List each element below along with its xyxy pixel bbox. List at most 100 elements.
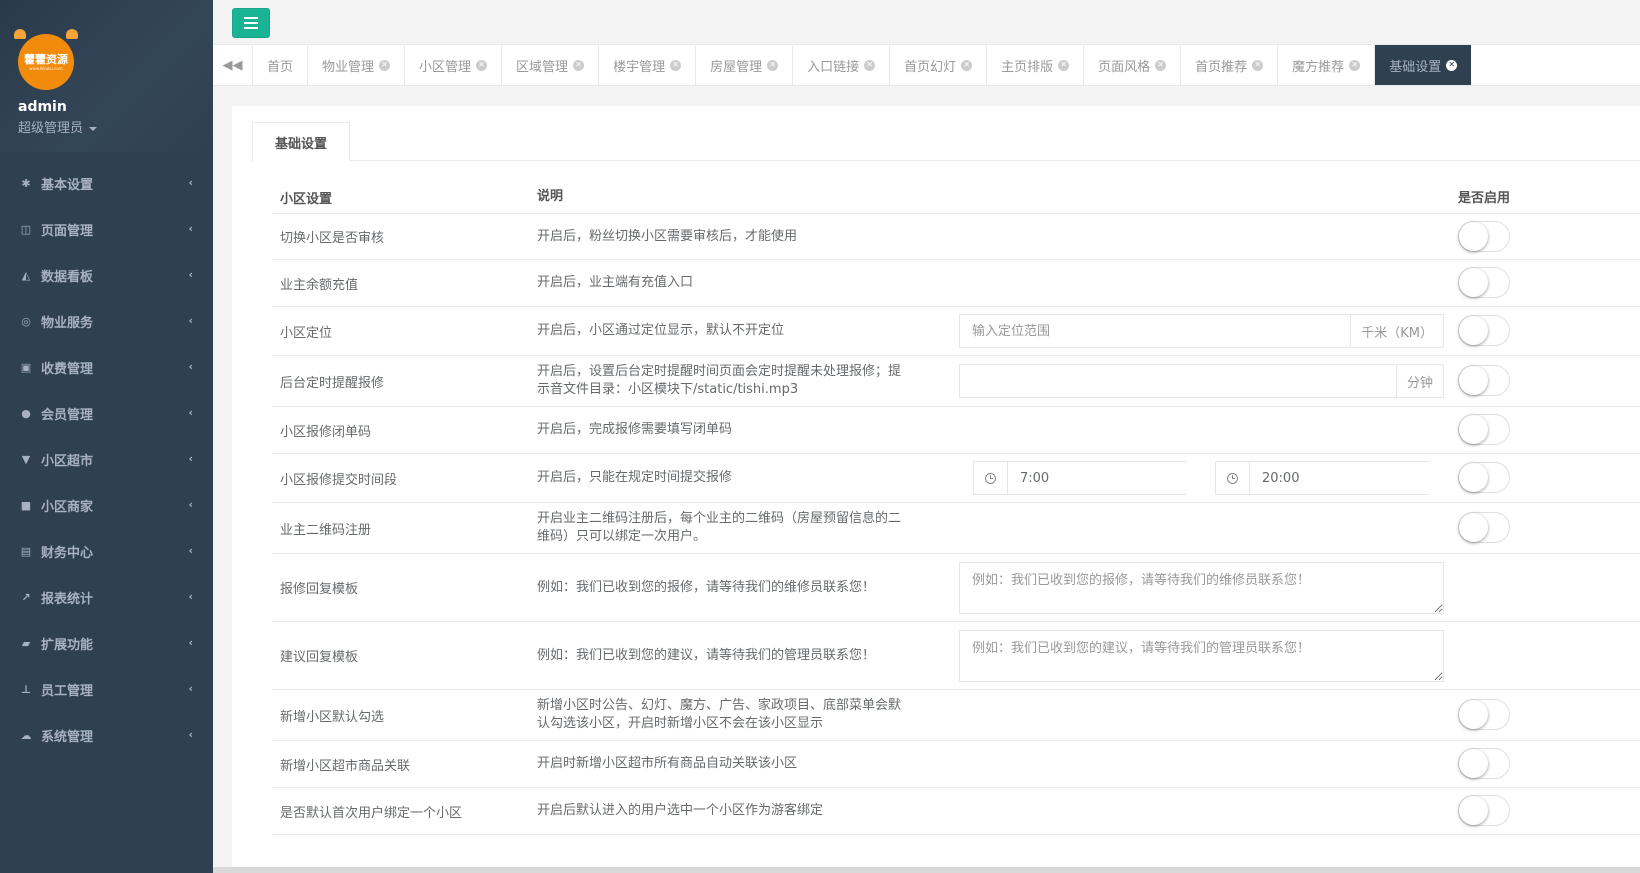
row-description: 开启后，粉丝切换小区需要审核后，才能使用	[537, 228, 798, 244]
chevron-left-icon: ‹	[188, 682, 193, 695]
row-name: 业主余额充值	[280, 277, 359, 293]
tab-property-management[interactable]: 物业管理 ✕	[308, 45, 406, 85]
tab-community-management[interactable]: 小区管理 ✕	[405, 45, 503, 85]
tabs-scroll-left-button[interactable]: ◀◀	[213, 45, 253, 85]
tab-home-slides[interactable]: 首页幻灯 ✕	[890, 45, 988, 85]
tab-house-management[interactable]: 房屋管理 ✕	[696, 45, 794, 85]
reminder-minutes-input[interactable]	[960, 365, 1396, 397]
repair-reply-template-textarea[interactable]	[959, 562, 1444, 614]
tab-home[interactable]: 首页	[253, 45, 309, 85]
row-description: 开启后，小区通过定位显示，默认不开定位	[537, 323, 785, 338]
enable-toggle[interactable]	[1458, 414, 1510, 445]
sidebar-item-members[interactable]: ● 会员管理 ‹	[0, 390, 213, 436]
row-description: 开启后，设置后台定时提醒时间页面会定时提醒未处理报修；提示音文件目录：小区模块下…	[537, 364, 902, 397]
tab-label: 入口链接	[807, 59, 860, 75]
inner-tab-basic-settings[interactable]: 基础设置	[252, 122, 350, 162]
sidebar-item-dashboard[interactable]: ◭ 数据看板 ‹	[0, 252, 213, 298]
tab-home-layout[interactable]: 主页排版 ✕	[987, 45, 1085, 85]
sidebar-item-property-service[interactable]: ◎ 物业服务 ‹	[0, 298, 213, 344]
row-description: 例如：我们已收到您的建议，请等待我们的管理员联系您！	[537, 647, 876, 663]
tab-page-style[interactable]: 页面风格 ✕	[1084, 45, 1182, 85]
sidebar-item-basic-settings[interactable]: ✱ 基本设置 ‹	[0, 160, 213, 206]
sidebar-item-supermarket[interactable]: ▼ 小区超市 ‹	[0, 436, 213, 482]
sidebar-item-label: 财务中心	[41, 545, 94, 561]
suggestion-reply-template-textarea[interactable]	[959, 630, 1444, 682]
row-name: 业主二维码注册	[280, 522, 372, 538]
close-icon[interactable]: ✕	[767, 59, 779, 71]
table-header: 小区设置 说明 是否启用	[272, 179, 1640, 214]
table-row: 后台定时提醒报修 开启后，设置后台定时提醒时间页面会定时提醒未处理报修；提示音文…	[272, 356, 1640, 407]
user-icon: ●	[21, 406, 31, 420]
row-description: 开启时新增小区超市所有商品自动关联该小区	[537, 756, 798, 771]
enable-toggle[interactable]	[1458, 221, 1510, 252]
row-name: 建议回复模板	[280, 650, 359, 665]
sidebar-item-label: 扩展功能	[41, 637, 94, 653]
menu-toggle-button[interactable]	[232, 8, 270, 38]
money-icon: ▣	[20, 360, 32, 374]
enable-toggle[interactable]	[1458, 748, 1510, 779]
row-description: 开启业主二维码注册后，每个业主的二维码（房屋预留信息的二维码）只可以绑定一次用户…	[537, 511, 902, 544]
sidebar-nav: ✱ 基本设置 ‹ ◫ 页面管理 ‹ ◭ 数据看板 ‹ ◎ 物业服务 ‹ ▣ 收费管理 ‹ ● 会员管理…	[0, 152, 213, 758]
tab-building-management[interactable]: 楼宇管理 ✕	[599, 45, 697, 85]
close-icon[interactable]: ✕	[864, 59, 876, 71]
table-row: 是否默认首次用户绑定一个小区 开启后默认进入的用户选中一个小区作为游客绑定	[272, 788, 1640, 835]
close-icon[interactable]: ✕	[1058, 59, 1070, 71]
sidebar-item-page-management[interactable]: ◫ 页面管理 ‹	[0, 206, 213, 252]
tab-label: 页面风格	[1098, 59, 1151, 75]
profile-area: 藿藿资源 www.lkkuku.com admin 超级管理员	[0, 0, 213, 152]
sidebar-item-staff[interactable]: ⊥ 员工管理 ‹	[0, 666, 213, 712]
user-role-dropdown[interactable]: 超级管理员	[18, 117, 213, 136]
close-icon[interactable]: ✕	[1446, 59, 1458, 71]
km-unit-addon: 千米（KM）	[1350, 315, 1443, 347]
close-icon[interactable]: ✕	[1155, 59, 1167, 71]
columns-icon: ◫	[20, 222, 32, 236]
enable-toggle[interactable]	[1458, 365, 1510, 396]
sidebar-item-label: 小区超市	[41, 453, 94, 469]
chevron-left-icon: ‹	[188, 268, 193, 281]
sidebar-item-label: 员工管理	[41, 683, 94, 699]
sidebar-item-label: 小区商家	[41, 499, 94, 515]
close-icon[interactable]: ✕	[670, 59, 682, 71]
double-chevron-left-icon: ◀◀	[222, 57, 243, 73]
table-row: 小区报修提交时间段 开启后，只能在规定时间提交报修	[272, 454, 1640, 503]
truck-icon: ■	[20, 498, 32, 512]
location-range-input[interactable]	[960, 315, 1351, 347]
enable-toggle[interactable]	[1458, 315, 1510, 346]
sidebar-item-merchants[interactable]: ■ 小区商家 ‹	[0, 482, 213, 528]
page-tabs: ◀◀ 首页 物业管理 ✕ 小区管理 ✕ 区域管理 ✕ 楼宇管理 ✕ 房屋管理 ✕ 入口链接…	[213, 45, 1640, 86]
sidebar-item-finance[interactable]: ▤ 财务中心 ‹	[0, 528, 213, 574]
sidebar: 藿藿资源 www.lkkuku.com admin 超级管理员 ✱ 基本设置 ‹ ◫…	[0, 0, 213, 873]
end-time-input[interactable]	[1250, 462, 1444, 494]
lifebuoy-icon: ◎	[21, 314, 31, 328]
close-icon[interactable]: ✕	[573, 59, 585, 71]
sidebar-item-reports[interactable]: ↗ 报表统计 ‹	[0, 574, 213, 620]
reminder-minutes-group: 分钟	[959, 364, 1444, 398]
header-enabled: 是否启用	[1458, 190, 1511, 206]
enable-toggle[interactable]	[1458, 267, 1510, 298]
start-time-input[interactable]	[1008, 462, 1202, 494]
chevron-left-icon: ‹	[188, 590, 193, 603]
enable-toggle[interactable]	[1458, 512, 1510, 543]
sidebar-item-fees[interactable]: ▣ 收费管理 ‹	[0, 344, 213, 390]
close-icon[interactable]: ✕	[476, 59, 488, 71]
tab-basic-settings[interactable]: 基础设置 ✕	[1375, 45, 1472, 85]
chevron-left-icon: ‹	[188, 498, 193, 511]
top-bar	[213, 0, 1640, 45]
tab-home-recommend[interactable]: 首页推荐 ✕	[1181, 45, 1279, 85]
close-icon[interactable]: ✕	[1349, 59, 1361, 71]
sidebar-item-label: 基本设置	[41, 177, 94, 193]
close-icon[interactable]: ✕	[379, 59, 391, 71]
enable-toggle[interactable]	[1458, 462, 1510, 493]
sidebar-item-extensions[interactable]: ▰ 扩展功能 ‹	[0, 620, 213, 666]
tab-entry-links[interactable]: 入口链接 ✕	[793, 45, 891, 85]
caret-down-icon	[89, 126, 98, 131]
enable-toggle[interactable]	[1458, 699, 1510, 730]
tab-cube-recommend[interactable]: 魔方推荐 ✕	[1278, 45, 1376, 85]
close-icon[interactable]: ✕	[1252, 59, 1264, 71]
sidebar-item-system[interactable]: ☁ 系统管理 ‹	[0, 712, 213, 758]
close-icon[interactable]: ✕	[961, 59, 973, 71]
sidebar-item-label: 数据看板	[41, 269, 94, 285]
tab-area-management[interactable]: 区域管理 ✕	[502, 45, 600, 85]
enable-toggle[interactable]	[1458, 795, 1510, 826]
horizontal-scrollbar[interactable]	[213, 867, 1640, 873]
